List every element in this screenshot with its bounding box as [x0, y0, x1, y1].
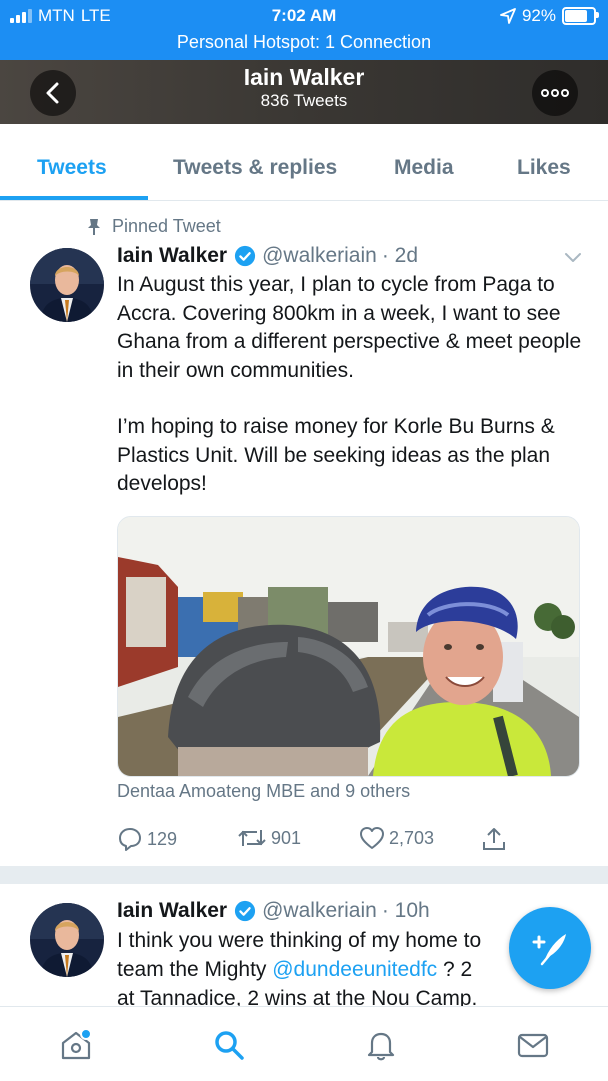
status-bar: MTN LTE 7:02 AM 92% Personal Hotspot: 1 … — [0, 0, 608, 60]
tab-media[interactable]: Media — [394, 156, 454, 180]
nav-notifications[interactable] — [361, 1025, 401, 1065]
social-proof-text[interactable]: Dentaa Amoateng MBE and 9 others — [117, 781, 410, 802]
pin-icon — [88, 218, 100, 235]
tweet-text: In August this year, I plan to cycle fro… — [117, 273, 582, 382]
tab-tweets[interactable]: Tweets — [37, 156, 107, 180]
tweet-time: · 2d — [381, 244, 418, 267]
location-icon — [500, 8, 516, 24]
author-name[interactable]: Iain Walker — [117, 244, 227, 268]
author-handle[interactable]: @walkeriain — [262, 899, 377, 923]
verified-badge-icon — [235, 900, 256, 922]
tab-likes[interactable]: Likes — [517, 156, 571, 180]
nav-search[interactable] — [209, 1025, 249, 1065]
tweet-time: · 10h — [381, 899, 430, 922]
tweet-text: I’m hoping to raise money for Korle Bu B… — [117, 415, 555, 495]
profile-tabs: Tweets Tweets & replies Media Likes — [0, 124, 608, 201]
author-handle[interactable]: @walkeriain — [262, 244, 377, 268]
ellipsis-icon — [541, 89, 569, 97]
tweet-author-row: Iain Walker @walkeriain · 10h — [117, 899, 430, 923]
tab-tweets-replies[interactable]: Tweets & replies — [173, 156, 337, 180]
search-icon — [215, 1031, 244, 1060]
tweet-author-row: Iain Walker @walkeriain · 2d — [117, 244, 418, 268]
battery-percent: 92% — [521, 6, 556, 25]
retweet-icon — [238, 830, 266, 846]
avatar[interactable] — [30, 903, 104, 977]
retweet-button[interactable]: 901 — [237, 826, 301, 850]
messages-icon — [517, 1033, 549, 1058]
compose-tweet-button[interactable] — [509, 907, 591, 989]
verified-badge-icon — [235, 245, 256, 267]
tweet-count: 836 Tweets — [260, 91, 348, 110]
like-count: 2,703 — [389, 827, 435, 848]
heart-icon — [360, 827, 384, 849]
reply-button[interactable]: 129 — [117, 826, 177, 852]
more-options-button[interactable] — [532, 70, 578, 116]
reply-icon — [119, 828, 141, 851]
share-button[interactable] — [481, 826, 507, 852]
tweet-actions: 129 901 2,703 — [117, 826, 537, 856]
tweet-text-line: at Tannadice, 2 wins at the Nou Camp. — [117, 987, 478, 1006]
retweet-count: 901 — [271, 827, 302, 848]
nav-home[interactable] — [56, 1025, 96, 1065]
profile-name: Iain Walker — [243, 64, 365, 90]
like-button[interactable]: 2,703 — [359, 826, 434, 850]
profile-header: Iain Walker 836 Tweets — [0, 60, 608, 124]
share-icon — [483, 828, 505, 850]
compose-feather-icon — [532, 934, 566, 966]
battery-icon — [562, 7, 599, 25]
nav-messages[interactable] — [513, 1025, 553, 1065]
notifications-icon — [367, 1032, 395, 1061]
author-name[interactable]: Iain Walker — [117, 899, 227, 923]
avatar[interactable] — [30, 248, 104, 322]
tweet-photo[interactable] — [117, 516, 580, 777]
hotspot-banner[interactable]: Personal Hotspot: 1 Connection — [0, 32, 608, 53]
chevron-down-icon[interactable] — [564, 252, 582, 264]
new-content-dot — [80, 1028, 92, 1040]
bottom-nav — [0, 1006, 608, 1081]
active-tab-indicator — [0, 196, 148, 200]
pinned-label: Pinned Tweet — [86, 216, 221, 237]
tweet-divider — [0, 866, 608, 884]
mention-link[interactable]: @dundeeunitedfc — [272, 958, 437, 981]
reply-count: 129 — [147, 828, 178, 849]
